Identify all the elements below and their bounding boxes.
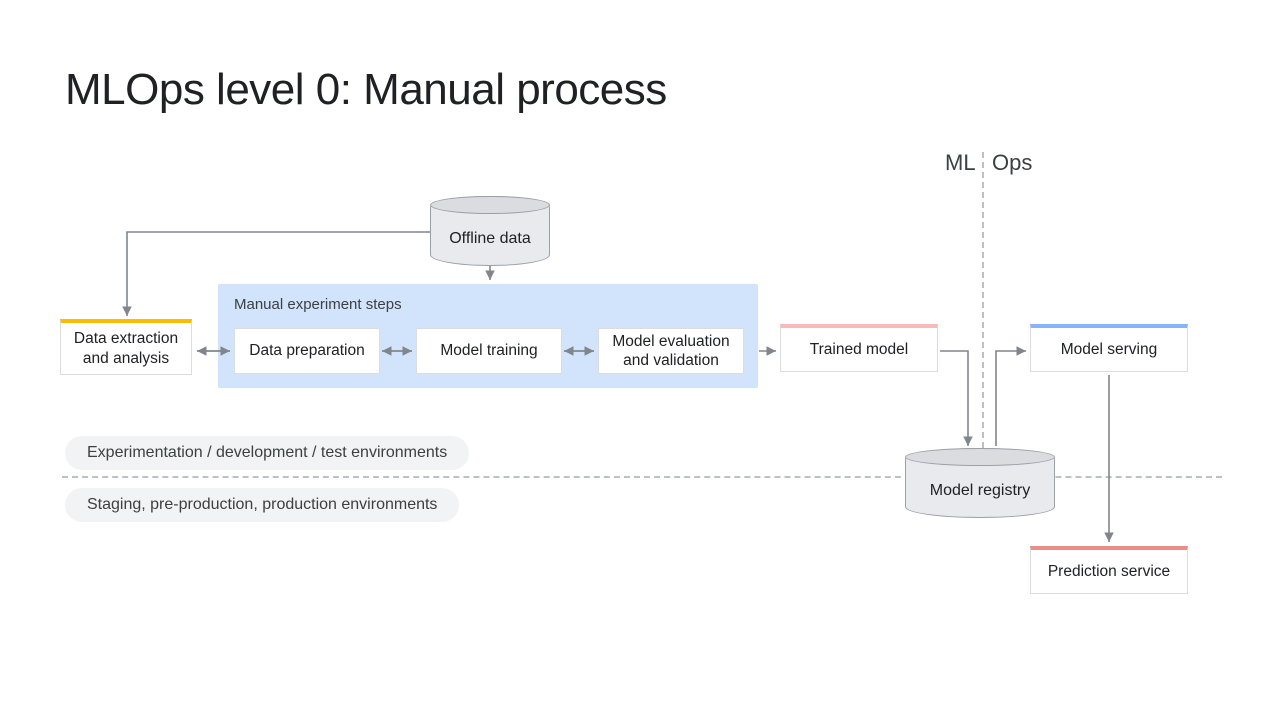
node-trained-model: Trained model — [780, 324, 938, 372]
manual-experiment-title: Manual experiment steps — [234, 296, 402, 313]
ml-ops-divider — [982, 152, 984, 448]
node-model-evaluation: Model evaluation and validation — [598, 328, 744, 374]
node-data-extraction: Data extraction and analysis — [60, 319, 192, 375]
model-registry-label: Model registry — [906, 482, 1054, 500]
ops-section-label: Ops — [992, 150, 1032, 176]
environment-label-dev: Experimentation / development / test env… — [65, 436, 469, 470]
node-prediction-service: Prediction service — [1030, 546, 1188, 594]
ml-section-label: ML — [945, 150, 976, 176]
environment-label-prod: Staging, pre-production, production envi… — [65, 488, 459, 522]
diagram-title: MLOps level 0: Manual process — [65, 65, 667, 115]
model-registry-store-icon: Model registry — [905, 448, 1055, 518]
node-model-training: Model training — [416, 328, 562, 374]
offline-data-store-icon: Offline data — [430, 196, 550, 266]
offline-data-label: Offline data — [431, 230, 549, 248]
node-data-preparation: Data preparation — [234, 328, 380, 374]
node-model-serving: Model serving — [1030, 324, 1188, 372]
